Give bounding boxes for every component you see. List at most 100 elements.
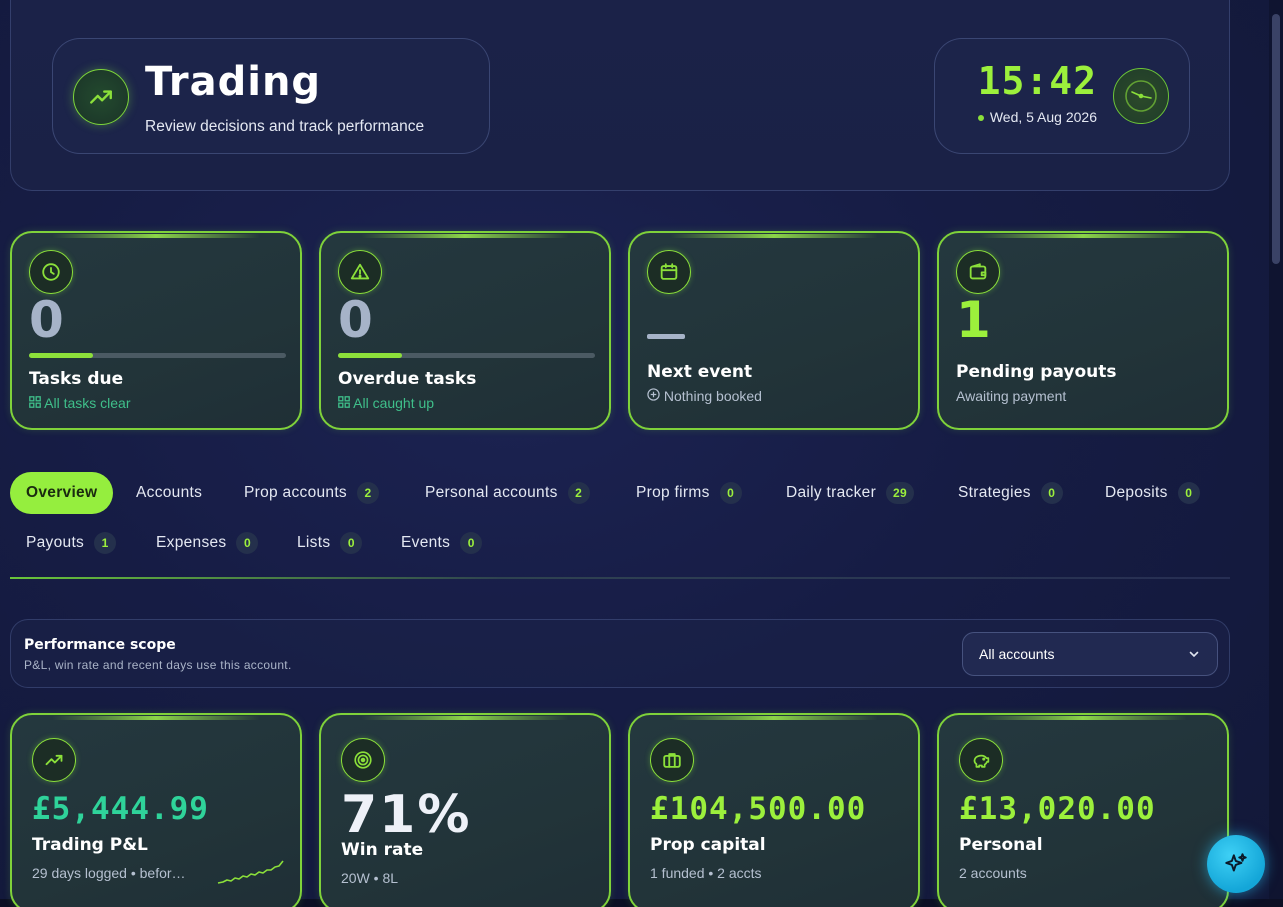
sparkline-chart bbox=[217, 860, 284, 884]
metric-sub: 20W • 8L bbox=[341, 870, 399, 886]
tab-label: Strategies bbox=[958, 484, 1031, 501]
plus-circle-icon bbox=[647, 388, 660, 401]
stat-sub: All tasks clear bbox=[29, 395, 130, 411]
clock-card: 15:42 Wed, 5 Aug 2026 bbox=[934, 38, 1190, 154]
metric-card-prop-capital[interactable]: £104,500.00 Prop capital 1 funded • 2 ac… bbox=[628, 713, 920, 907]
stat-label: Tasks due bbox=[29, 369, 124, 389]
tab-badge: 1 bbox=[94, 532, 117, 554]
tab-prop-accounts[interactable]: Prop accounts 2 bbox=[244, 472, 379, 514]
metric-card-personal[interactable]: £13,020.00 Personal 2 accounts bbox=[937, 713, 1229, 907]
tab-badge: 2 bbox=[357, 482, 379, 504]
scope-title: Performance scope bbox=[24, 637, 176, 653]
tab-label: Accounts bbox=[136, 484, 203, 501]
stat-card-tasks-due[interactable]: 0 Tasks due All tasks clear bbox=[10, 231, 302, 430]
clock-date: Wed, 5 Aug 2026 bbox=[977, 109, 1097, 125]
stat-card-pending-payouts[interactable]: 1 Pending payouts Awaiting payment bbox=[937, 231, 1229, 430]
stat-sub-text: Nothing booked bbox=[663, 388, 762, 404]
tab-strategies[interactable]: Strategies 0 bbox=[958, 472, 1063, 514]
grid-icon bbox=[338, 396, 350, 408]
tab-lists[interactable]: Lists 0 bbox=[297, 522, 363, 564]
tab-deposits[interactable]: Deposits 0 bbox=[1105, 472, 1200, 514]
scrollbar-thumb[interactable] bbox=[1272, 14, 1280, 264]
target-icon bbox=[341, 738, 385, 782]
metric-value: £13,020.00 bbox=[959, 791, 1156, 827]
tab-badge: 2 bbox=[567, 482, 590, 504]
briefcase-icon bbox=[650, 738, 694, 782]
stat-card-overdue-tasks[interactable]: 0 Overdue tasks All caught up bbox=[319, 231, 611, 430]
sparkles-icon bbox=[1225, 853, 1247, 872]
tab-badge: 0 bbox=[719, 482, 742, 504]
metric-card-win-rate[interactable]: 71% Win rate 20W • 8L bbox=[319, 713, 611, 907]
piggy-bank-icon bbox=[959, 738, 1003, 782]
metric-label: Win rate bbox=[341, 840, 424, 860]
tabs-divider bbox=[10, 577, 1230, 579]
metric-value: 71% bbox=[341, 785, 472, 845]
progress-bar bbox=[338, 353, 595, 358]
tab-label: Overview bbox=[26, 484, 98, 501]
status-dot bbox=[977, 115, 984, 122]
stat-card-next-event[interactable]: — Next event Nothing booked bbox=[628, 231, 920, 430]
page-title: Trading bbox=[145, 59, 322, 105]
tab-label: Lists bbox=[297, 534, 331, 551]
tab-events[interactable]: Events 0 bbox=[401, 522, 483, 564]
metric-sub: 29 days logged • befor… bbox=[32, 865, 186, 881]
metric-sub: 1 funded • 2 accts bbox=[650, 865, 762, 881]
chevron-down-icon bbox=[1189, 651, 1199, 658]
stat-sub: All caught up bbox=[338, 395, 434, 411]
header-panel: Trading Review decisions and track perfo… bbox=[10, 0, 1230, 191]
clock-date-text: Wed, 5 Aug 2026 bbox=[989, 109, 1097, 125]
tab-overview[interactable]: Overview bbox=[10, 472, 114, 514]
title-card: Trading Review decisions and track perfo… bbox=[52, 38, 490, 154]
scope-description: P&L, win rate and recent days use this a… bbox=[24, 658, 292, 672]
calendar-icon bbox=[647, 250, 691, 294]
stat-label: Next event bbox=[647, 362, 753, 382]
tab-personal-accounts[interactable]: Personal accounts 2 bbox=[425, 472, 590, 514]
stat-value: 0 bbox=[29, 291, 64, 349]
stat-sub-text: All tasks clear bbox=[44, 395, 131, 411]
alert-triangle-icon bbox=[338, 250, 382, 294]
account-select[interactable]: All accounts bbox=[962, 632, 1218, 676]
metric-value: £5,444.99 bbox=[32, 791, 209, 827]
tab-accounts[interactable]: Accounts bbox=[136, 472, 202, 514]
tab-label: Deposits bbox=[1105, 484, 1168, 501]
tab-badge: 0 bbox=[460, 532, 483, 554]
tab-badge: 29 bbox=[886, 482, 915, 504]
tab-payouts[interactable]: Payouts 1 bbox=[26, 522, 117, 564]
page-subtitle: Review decisions and track performance bbox=[145, 118, 425, 135]
tab-badge: 0 bbox=[1177, 482, 1200, 504]
metric-value: £104,500.00 bbox=[650, 791, 867, 827]
tab-badge: 0 bbox=[1040, 482, 1063, 504]
progress-bar bbox=[29, 353, 286, 358]
stat-value: 1 bbox=[956, 291, 991, 349]
ai-assistant-button[interactable] bbox=[1207, 835, 1265, 893]
tab-label: Events bbox=[401, 534, 451, 551]
account-select-value: All accounts bbox=[979, 646, 1055, 662]
trending-up-icon bbox=[73, 69, 129, 125]
clock-icon bbox=[29, 250, 73, 294]
tab-expenses[interactable]: Expenses 0 bbox=[156, 522, 259, 564]
tab-daily-tracker[interactable]: Daily tracker 29 bbox=[786, 472, 915, 514]
tab-label: Expenses bbox=[156, 534, 227, 551]
metric-card-trading-pnl[interactable]: £5,444.99 Trading P&L 29 days logged • b… bbox=[10, 713, 302, 907]
trending-up-icon bbox=[32, 738, 76, 782]
stat-sub: Nothing booked bbox=[647, 388, 762, 404]
stat-value-dash bbox=[647, 334, 685, 339]
clock-time: 15:42 bbox=[977, 59, 1097, 103]
tab-label: Daily tracker bbox=[786, 484, 877, 501]
stat-label: Pending payouts bbox=[956, 362, 1117, 382]
progress-bar-fill bbox=[29, 353, 94, 358]
wallet-icon bbox=[956, 250, 1000, 294]
performance-scope-panel: Performance scope P&L, win rate and rece… bbox=[10, 619, 1230, 688]
tab-badge: 0 bbox=[236, 532, 259, 554]
grid-icon bbox=[29, 396, 41, 408]
progress-bar-fill bbox=[338, 353, 403, 358]
tab-label: Personal accounts bbox=[425, 484, 558, 501]
metric-label: Trading P&L bbox=[32, 835, 148, 855]
stat-value: 0 bbox=[338, 291, 373, 349]
tab-label: Payouts bbox=[26, 534, 85, 551]
stat-label: Overdue tasks bbox=[338, 369, 477, 389]
tab-badge: 0 bbox=[340, 532, 363, 554]
tab-prop-firms[interactable]: Prop firms 0 bbox=[636, 472, 742, 514]
tab-label: Prop accounts bbox=[244, 484, 347, 501]
stat-sub: Awaiting payment bbox=[956, 388, 1067, 404]
